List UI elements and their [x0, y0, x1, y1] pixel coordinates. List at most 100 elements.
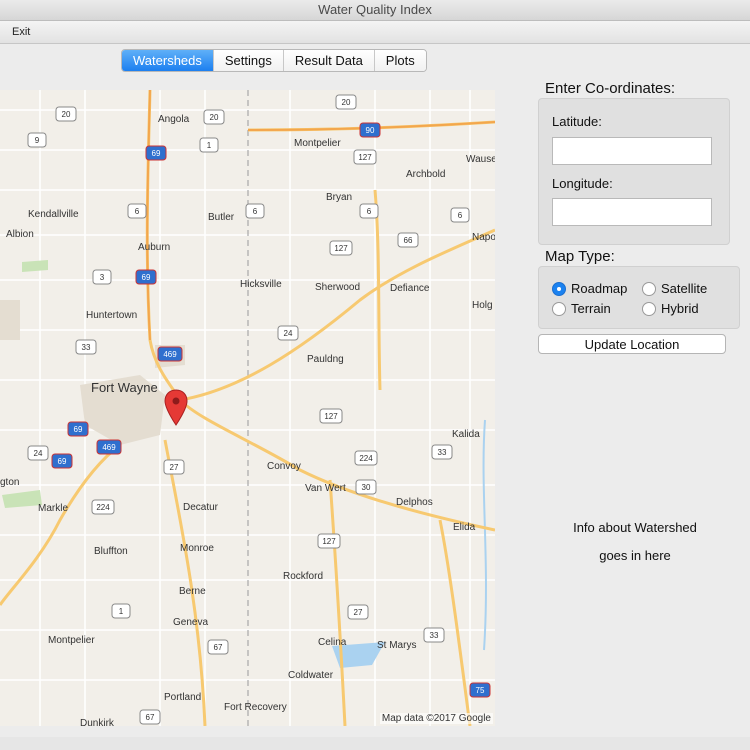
- svg-text:Hicksville: Hicksville: [240, 279, 282, 290]
- svg-text:Kalida: Kalida: [452, 429, 480, 440]
- svg-text:gton: gton: [0, 477, 19, 488]
- svg-text:20: 20: [62, 110, 71, 119]
- radio-terrain-label: Terrain: [571, 301, 611, 316]
- svg-text:20: 20: [342, 98, 351, 107]
- svg-text:24: 24: [34, 449, 43, 458]
- svg-text:Kendallville: Kendallville: [28, 209, 79, 220]
- map-marker-icon[interactable]: [164, 389, 188, 427]
- svg-text:1: 1: [207, 141, 212, 150]
- svg-text:Albion: Albion: [6, 229, 34, 240]
- svg-text:Convoy: Convoy: [267, 461, 301, 472]
- svg-text:6: 6: [253, 207, 258, 216]
- svg-text:Delphos: Delphos: [396, 497, 433, 508]
- radio-dot: [642, 301, 656, 316]
- tab-settings[interactable]: Settings: [212, 50, 283, 71]
- map-view[interactable]: Angola Montpelier Archbold Wause Kendall…: [0, 90, 495, 726]
- longitude-field[interactable]: [552, 198, 712, 226]
- radio-dot: [552, 301, 566, 316]
- svg-text:69: 69: [142, 273, 151, 282]
- svg-text:Berne: Berne: [179, 586, 206, 597]
- radio-roadmap[interactable]: Roadmap: [552, 281, 627, 296]
- map-canvas: Angola Montpelier Archbold Wause Kendall…: [0, 90, 495, 726]
- svg-text:Dunkirk: Dunkirk: [80, 718, 115, 726]
- svg-text:Archbold: Archbold: [406, 169, 445, 180]
- svg-text:224: 224: [359, 454, 373, 463]
- svg-text:69: 69: [74, 425, 83, 434]
- map-credit: Map data ©2017 Google: [379, 713, 493, 724]
- menu-exit[interactable]: Exit: [12, 21, 30, 43]
- svg-text:224: 224: [96, 503, 110, 512]
- maptype-group: [538, 266, 740, 329]
- tab-watersheds[interactable]: Watersheds: [122, 50, 213, 71]
- svg-text:Monroe: Monroe: [180, 543, 214, 554]
- svg-text:Butler: Butler: [208, 212, 235, 223]
- tab-result-data[interactable]: Result Data: [282, 50, 374, 71]
- svg-text:Markle: Markle: [38, 503, 68, 514]
- update-location-button[interactable]: Update Location: [538, 334, 726, 354]
- svg-text:67: 67: [146, 713, 155, 722]
- svg-text:90: 90: [366, 126, 375, 135]
- svg-text:Van Wert: Van Wert: [305, 483, 346, 494]
- svg-text:Coldwater: Coldwater: [288, 670, 334, 681]
- coords-heading: Enter Co-ordinates:: [545, 80, 676, 97]
- svg-text:30: 30: [362, 483, 371, 492]
- svg-text:Sherwood: Sherwood: [315, 282, 360, 293]
- svg-text:6: 6: [135, 207, 140, 216]
- svg-text:9: 9: [35, 136, 40, 145]
- watershed-info-line2: goes in here: [599, 548, 671, 563]
- svg-text:Napo: Napo: [472, 232, 495, 243]
- svg-text:Celina: Celina: [318, 637, 347, 648]
- svg-text:69: 69: [58, 457, 67, 466]
- radio-dot-selected: [552, 281, 566, 296]
- radio-satellite[interactable]: Satellite: [642, 281, 707, 296]
- svg-text:127: 127: [358, 153, 372, 162]
- bottom-bar: [0, 737, 750, 750]
- svg-text:27: 27: [170, 463, 179, 472]
- svg-text:66: 66: [404, 236, 413, 245]
- radio-roadmap-label: Roadmap: [571, 281, 628, 296]
- svg-text:Wause: Wause: [466, 154, 495, 165]
- svg-text:75: 75: [476, 686, 485, 695]
- maptype-heading: Map Type:: [545, 248, 615, 265]
- tab-plots[interactable]: Plots: [373, 50, 426, 71]
- svg-text:Elida: Elida: [453, 522, 476, 533]
- svg-text:St Marys: St Marys: [377, 640, 416, 651]
- svg-text:Fort Wayne: Fort Wayne: [91, 380, 158, 395]
- radio-hybrid[interactable]: Hybrid: [642, 301, 699, 316]
- svg-text:20: 20: [210, 113, 219, 122]
- svg-text:Pauldng: Pauldng: [307, 354, 344, 365]
- svg-text:27: 27: [354, 608, 363, 617]
- svg-text:Auburn: Auburn: [138, 242, 170, 253]
- svg-text:469: 469: [102, 443, 116, 452]
- svg-text:1: 1: [119, 607, 124, 616]
- svg-text:127: 127: [322, 537, 336, 546]
- svg-text:127: 127: [324, 412, 338, 421]
- svg-text:24: 24: [284, 329, 293, 338]
- svg-text:6: 6: [458, 211, 463, 220]
- radio-terrain[interactable]: Terrain: [552, 301, 611, 316]
- latitude-field[interactable]: [552, 137, 712, 165]
- longitude-label: Longitude:: [552, 176, 613, 191]
- radio-satellite-label: Satellite: [661, 281, 708, 296]
- latitude-label: Latitude:: [552, 114, 602, 129]
- watershed-info-line1: Info about Watershed: [573, 520, 697, 535]
- radio-hybrid-label: Hybrid: [661, 301, 699, 316]
- svg-text:Huntertown: Huntertown: [86, 310, 137, 321]
- svg-text:33: 33: [430, 631, 439, 640]
- svg-text:Geneva: Geneva: [173, 617, 208, 628]
- svg-text:67: 67: [214, 643, 223, 652]
- svg-text:33: 33: [438, 448, 447, 457]
- svg-text:69: 69: [152, 149, 161, 158]
- svg-text:Fort Recovery: Fort Recovery: [224, 702, 287, 713]
- watershed-info: Info about Watershed goes in here: [560, 514, 710, 570]
- svg-text:Rockford: Rockford: [283, 571, 323, 582]
- svg-text:127: 127: [334, 244, 348, 253]
- svg-text:Montpelier: Montpelier: [48, 635, 95, 646]
- svg-text:Angola: Angola: [158, 114, 190, 125]
- svg-text:Bluffton: Bluffton: [94, 546, 128, 557]
- svg-text:33: 33: [82, 343, 91, 352]
- svg-text:6: 6: [367, 207, 372, 216]
- svg-text:Montpelier: Montpelier: [294, 138, 341, 149]
- radio-dot: [642, 281, 656, 296]
- svg-text:Holg: Holg: [472, 300, 493, 311]
